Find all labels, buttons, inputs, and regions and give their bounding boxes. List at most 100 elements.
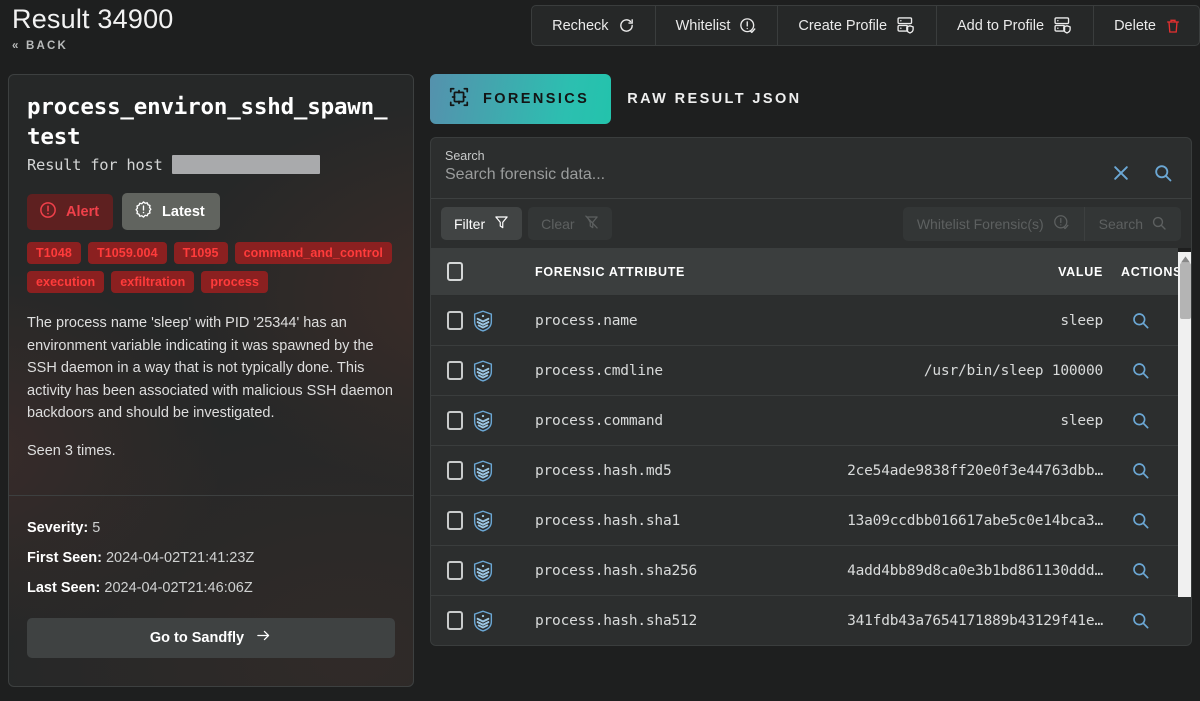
- filter-button[interactable]: Filter: [441, 207, 522, 240]
- trash-icon: [1165, 17, 1181, 35]
- whitelist-button[interactable]: Whitelist: [656, 6, 779, 45]
- clear-label: Clear: [541, 216, 574, 232]
- add-to-profile-button[interactable]: Add to Profile: [937, 6, 1094, 45]
- row-checkbox[interactable]: [447, 461, 463, 480]
- tag-chip[interactable]: command_and_control: [235, 242, 392, 264]
- row-checkbox[interactable]: [447, 311, 463, 330]
- tag-chip[interactable]: T1048: [27, 242, 81, 264]
- forensic-value: /usr/bin/sleep 100000: [924, 363, 1121, 379]
- select-all-checkbox[interactable]: [447, 262, 463, 281]
- forensic-attribute: process.hash.sha256: [535, 563, 847, 579]
- forensic-shield-icon: [473, 360, 535, 382]
- alert-check-icon: [1053, 214, 1070, 234]
- tab-forensics[interactable]: FORENSICS: [430, 74, 611, 124]
- delete-button[interactable]: Delete: [1094, 6, 1199, 45]
- forensic-shield-icon: [473, 410, 535, 432]
- table-row[interactable]: process.hash.sha2564add4bb89d8ca0e3b1bd8…: [431, 546, 1192, 596]
- table-scrollbar[interactable]: [1178, 248, 1192, 597]
- row-inspect-button[interactable]: [1121, 611, 1192, 630]
- forensic-table: FORENSIC ATTRIBUTE VALUE ACTIONS process…: [431, 248, 1192, 645]
- status-badge-alert-label: Alert: [66, 204, 99, 220]
- table-header-row: FORENSIC ATTRIBUTE VALUE ACTIONS: [431, 248, 1192, 296]
- row-select-cell: [447, 461, 473, 480]
- search-icon-group: [1111, 149, 1177, 188]
- detail-seen-count: Seen 3 times.: [27, 443, 395, 459]
- severity-value: 5: [92, 520, 100, 536]
- row-select-cell: [447, 411, 473, 430]
- row-checkbox[interactable]: [447, 561, 463, 580]
- row-checkbox[interactable]: [447, 361, 463, 380]
- forensic-shield-icon: [473, 510, 535, 532]
- table-row[interactable]: process.cmdline/usr/bin/sleep 100000: [431, 346, 1192, 396]
- first-seen-value: 2024-04-02T21:41:23Z: [106, 550, 254, 566]
- status-badge-latest[interactable]: Latest: [122, 193, 220, 230]
- column-header-value[interactable]: VALUE: [1058, 265, 1121, 279]
- table-row[interactable]: process.hash.sha512341fdb43a7654171889b4…: [431, 596, 1192, 645]
- funnel-off-icon: [584, 214, 599, 233]
- clear-filter-button[interactable]: Clear: [528, 207, 611, 240]
- forensic-search-button[interactable]: Search: [1085, 207, 1181, 241]
- go-to-sandfly-button[interactable]: Go to Sandfly: [27, 618, 395, 658]
- table-row[interactable]: process.hash.md52ce54ade9838ff20e0f3e447…: [431, 446, 1192, 496]
- table-row[interactable]: process.hash.sha113a09ccdbb016617abe5c0e…: [431, 496, 1192, 546]
- row-checkbox[interactable]: [447, 511, 463, 530]
- first-seen-row: First Seen: 2024-04-02T21:41:23Z: [27, 550, 395, 566]
- page-title: Result 34900: [12, 4, 174, 35]
- search-card: Search: [430, 137, 1192, 646]
- back-link[interactable]: « BACK: [12, 40, 68, 52]
- last-seen-row: Last Seen: 2024-04-02T21:46:06Z: [27, 580, 395, 596]
- forensic-value: 13a09ccdbb016617abe5c0e14bca3…: [847, 513, 1121, 529]
- forensic-shield-icon: [473, 610, 535, 632]
- tab-raw-result-json[interactable]: RAW RESULT JSON: [627, 91, 801, 107]
- row-checkbox[interactable]: [447, 411, 463, 430]
- table-row[interactable]: process.commandsleep: [431, 396, 1192, 446]
- forensic-attribute: process.hash.sha1: [535, 513, 847, 529]
- filter-label: Filter: [454, 216, 485, 232]
- last-seen-key: Last Seen:: [27, 580, 100, 596]
- column-header-attribute[interactable]: FORENSIC ATTRIBUTE: [535, 265, 1058, 279]
- table-body: process.namesleep process.cmdline/usr/bi…: [431, 296, 1192, 645]
- recheck-button[interactable]: Recheck: [532, 6, 655, 45]
- status-badge-latest-label: Latest: [162, 204, 205, 220]
- forensic-attribute: process.hash.sha512: [535, 613, 847, 629]
- row-checkbox[interactable]: [447, 611, 463, 630]
- forensic-value: sleep: [1060, 413, 1121, 429]
- whitelist-forensics-button[interactable]: Whitelist Forensic(s): [903, 207, 1085, 241]
- search-input[interactable]: [445, 166, 1111, 184]
- tag-chip[interactable]: exfiltration: [111, 271, 194, 293]
- tag-chip[interactable]: T1059.004: [88, 242, 167, 264]
- status-badge-row: Alert Latest: [27, 193, 395, 230]
- tab-forensics-label: FORENSICS: [483, 91, 589, 107]
- create-profile-button[interactable]: Create Profile: [778, 6, 937, 45]
- tag-chip[interactable]: process: [201, 271, 268, 293]
- search-row: Search: [431, 138, 1191, 199]
- alert-circle-icon: [39, 201, 57, 223]
- refresh-icon: [618, 17, 635, 34]
- tab-bar: FORENSICS RAW RESULT JSON: [430, 74, 1192, 124]
- table-row[interactable]: process.namesleep: [431, 296, 1192, 346]
- tag-chip[interactable]: T1095: [174, 242, 228, 264]
- forensic-action-group: Whitelist Forensic(s) Search: [903, 207, 1181, 241]
- profile-shield-icon: [1053, 16, 1073, 35]
- scrollbar-thumb[interactable]: [1180, 263, 1191, 319]
- filter-row: Filter Clear: [431, 199, 1191, 248]
- whitelist-forensics-label: Whitelist Forensic(s): [917, 216, 1044, 232]
- tag-chip[interactable]: execution: [27, 271, 104, 293]
- forensic-attribute: process.cmdline: [535, 363, 924, 379]
- alert-check-icon: [739, 17, 757, 35]
- select-all-cell: [447, 262, 473, 281]
- whitelist-label: Whitelist: [676, 18, 731, 34]
- funnel-icon: [494, 214, 509, 233]
- forensic-attribute: process.hash.md5: [535, 463, 847, 479]
- add-to-profile-label: Add to Profile: [957, 18, 1044, 34]
- go-to-sandfly-label: Go to Sandfly: [150, 630, 244, 646]
- arrow-right-icon: [255, 628, 272, 647]
- search-icon[interactable]: [1153, 163, 1173, 188]
- forensic-value: 4add4bb89d8ca0e3b1bd861130ddd…: [847, 563, 1121, 579]
- alert-burst-icon: [134, 200, 153, 223]
- status-badge-alert[interactable]: Alert: [27, 194, 113, 230]
- close-icon[interactable]: [1111, 163, 1131, 188]
- forensics-panel: FORENSICS RAW RESULT JSON Search: [430, 74, 1192, 646]
- result-detail-page: Result 34900 « BACK Recheck Whitelist: [0, 0, 1200, 701]
- last-seen-value: 2024-04-02T21:46:06Z: [104, 580, 252, 596]
